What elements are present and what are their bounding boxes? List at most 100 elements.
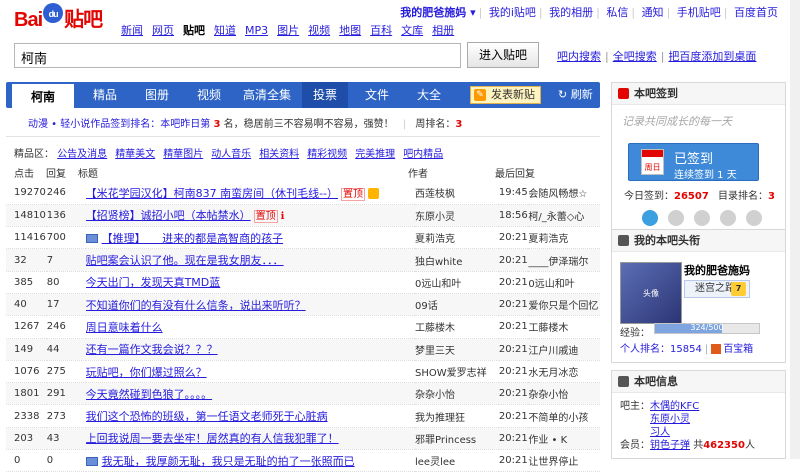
link-my-tieba[interactable]: 我的i贴吧 xyxy=(489,6,536,19)
thread-author[interactable]: 工藤楼木 xyxy=(415,323,455,334)
tab-all[interactable]: 大全 xyxy=(406,82,452,108)
thread-author[interactable]: 独白white xyxy=(415,257,462,268)
reply-count: 80 xyxy=(46,276,60,288)
good-item[interactable]: 精彩视频 xyxy=(307,149,347,160)
link-messages[interactable]: 私信 xyxy=(606,6,628,19)
enter-tieba-button[interactable]: 进入贴吧 xyxy=(467,42,539,68)
good-item[interactable]: 动人音乐 xyxy=(211,149,251,160)
thread-author[interactable]: 0远山和叶 xyxy=(415,279,461,290)
table-row: 11416 700 【推理】 进来的都是高智商的孩子 夏莉浩克 20:21 夏莉浩克 xyxy=(6,226,600,250)
baidu-logo[interactable]: Bai du 贴吧 xyxy=(14,3,103,32)
thread-title-link[interactable]: 【招贤榜】诚招小吧（本帖禁水） xyxy=(86,209,251,222)
last-replier[interactable]: 会随风畅想☆ xyxy=(528,189,587,200)
thread-title-link[interactable]: 我无耻，我厚颜无耻，我只是无耻的拍了一张照而已 xyxy=(102,455,355,468)
good-item[interactable]: 吧内精品 xyxy=(403,149,443,160)
user-name[interactable]: 我的肥爸施妈 xyxy=(684,262,750,278)
prod-news[interactable]: 新闻 xyxy=(121,24,143,37)
search-links: 吧内搜索 | 全吧搜索 | 把百度添加到桌面 xyxy=(557,50,757,63)
thread-title-link[interactable]: 周日意味着什么 xyxy=(86,321,163,334)
thread-title-link[interactable]: 贴吧案会认识了他。现在是我女朋友．．． xyxy=(86,254,284,267)
signed-button[interactable]: 周日 已签到 连续签到 1 天 xyxy=(628,143,759,181)
prod-baike[interactable]: 百科 xyxy=(370,24,392,37)
thread-title-link[interactable]: 今天出门，发现天真TMD蓝 xyxy=(86,276,221,289)
good-item[interactable]: 精華美文 xyxy=(115,149,155,160)
last-replier[interactable]: 工藤楼木 xyxy=(528,323,568,334)
thread-title-link[interactable]: 【推理】 进来的都是高智商的孩子 xyxy=(102,232,284,245)
thread-title-link[interactable]: 还有一篇作文我会说？？？ xyxy=(86,343,218,356)
last-replier[interactable]: 作业 • K xyxy=(528,435,567,446)
tab-vote[interactable]: 投票 xyxy=(302,82,348,108)
add-desktop-link[interactable]: 把百度添加到桌面 xyxy=(668,50,756,63)
thread-author[interactable]: 09话 xyxy=(415,301,438,312)
tab-video[interactable]: 视频 xyxy=(186,82,232,108)
tab-hd[interactable]: 高清全集 xyxy=(238,82,296,108)
avatar[interactable]: 头像 xyxy=(620,262,682,324)
prod-album[interactable]: 相册 xyxy=(432,24,454,37)
last-replier[interactable]: 不简单的小孩 xyxy=(528,413,588,424)
prod-mp3[interactable]: MP3 xyxy=(245,24,268,37)
search-all-link[interactable]: 全吧搜索 xyxy=(613,50,657,63)
link-home[interactable]: 百度首页 xyxy=(734,6,778,19)
history-icon[interactable] xyxy=(668,210,684,226)
last-replier[interactable]: 柯/_永蕾◇心 xyxy=(528,212,584,223)
last-replier[interactable]: 江户川戚迪 xyxy=(528,346,578,357)
thread-title-link[interactable]: 不知道你们的有没有什么信条，说出来听听？ xyxy=(86,299,306,312)
last-replier[interactable]: 水无月冰恋 xyxy=(528,368,578,379)
share-icon[interactable] xyxy=(642,210,658,226)
owner-link[interactable]: 习人 xyxy=(650,427,670,438)
thread-author[interactable]: SHOW爱罗志祥 xyxy=(415,368,487,379)
good-item[interactable]: 相关资料 xyxy=(259,149,299,160)
member-name-link[interactable]: 钥色子弹 xyxy=(650,440,690,451)
reward-icon[interactable] xyxy=(720,210,736,226)
refresh-button[interactable]: ↻ 刷新 xyxy=(558,82,593,108)
link-my-album[interactable]: 我的相册 xyxy=(549,6,593,19)
thread-title-link[interactable]: 今天竟然碰到色狼了。。。。 xyxy=(86,388,213,401)
thread-title-link[interactable]: 上回我说周一要去坐牢！居然真的有人信我犯罪了！ xyxy=(86,432,339,445)
thread-title-link[interactable]: 【米花学园汉化】柯南837 南蛮房间（休刊毛线--） xyxy=(86,187,338,200)
thread-author[interactable]: 邪罪Princess xyxy=(415,435,476,446)
user-menu[interactable]: 我的肥爸施妈 ▾ xyxy=(400,6,475,19)
good-item[interactable]: 完美推理 xyxy=(355,149,395,160)
good-item[interactable]: 精華图片 xyxy=(163,149,203,160)
thread-author[interactable]: 西莲枝枫 xyxy=(415,189,455,200)
thread-author[interactable]: 杂杂小怡 xyxy=(415,390,455,401)
search-input[interactable]: 柯南 xyxy=(14,43,461,68)
last-replier[interactable]: 夏莉浩克 xyxy=(528,234,568,245)
paw-icon: du xyxy=(43,3,64,23)
treasure-box-link[interactable]: 百宝箱 xyxy=(723,344,753,355)
last-replier[interactable]: ____伊泽瑞尔 xyxy=(528,257,588,268)
reply-count: 700 xyxy=(46,232,66,244)
info-icon: ℹ xyxy=(280,211,285,223)
owner-link[interactable]: 东原小灵 xyxy=(650,414,690,425)
makeup-icon[interactable] xyxy=(694,210,710,226)
prod-web[interactable]: 网页 xyxy=(152,24,174,37)
last-replier[interactable]: 爱你只是个回忆 xyxy=(528,301,598,312)
scrollbar[interactable] xyxy=(790,0,800,459)
thread-author[interactable]: 我为推理狂 xyxy=(415,413,465,424)
prod-map[interactable]: 地图 xyxy=(339,24,361,37)
good-item[interactable]: 公告及消息 xyxy=(57,149,107,160)
prod-wenku[interactable]: 文库 xyxy=(401,24,423,37)
post-new-button[interactable]: ✎ 发表新贴 xyxy=(470,86,541,104)
link-notify[interactable]: 通知 xyxy=(642,6,664,19)
level-badge[interactable]: 迷宫之路 7 xyxy=(684,280,750,298)
thread-author[interactable]: 梦里三天 xyxy=(415,346,455,357)
last-replier[interactable]: 杂杂小怡 xyxy=(528,390,568,401)
tab-good[interactable]: 精品 xyxy=(82,82,128,108)
settings-icon[interactable] xyxy=(746,210,762,226)
thread-author[interactable]: 夏莉浩克 xyxy=(415,234,455,245)
tab-album[interactable]: 图册 xyxy=(134,82,180,108)
tab-home[interactable]: 柯南 xyxy=(12,82,74,108)
owner-link[interactable]: 木偶的KFC xyxy=(650,401,699,412)
tab-file[interactable]: 文件 xyxy=(354,82,400,108)
prod-image[interactable]: 图片 xyxy=(277,24,299,37)
thread-title-link[interactable]: 我们这个恐怖的班级，第一任语文老师死于心脏病 xyxy=(86,410,328,423)
treasure-box-icon xyxy=(711,344,722,354)
prod-zhidao[interactable]: 知道 xyxy=(214,24,236,37)
search-in-bar-link[interactable]: 吧内搜索 xyxy=(557,50,601,63)
thread-author[interactable]: 东原小灵 xyxy=(415,212,455,223)
thread-title-link[interactable]: 玩贴吧，你们爆过照么？ xyxy=(86,366,207,379)
prod-video[interactable]: 视频 xyxy=(308,24,330,37)
last-replier[interactable]: 0远山和叶 xyxy=(528,279,574,290)
link-mobile[interactable]: 手机贴吧 xyxy=(677,6,721,19)
